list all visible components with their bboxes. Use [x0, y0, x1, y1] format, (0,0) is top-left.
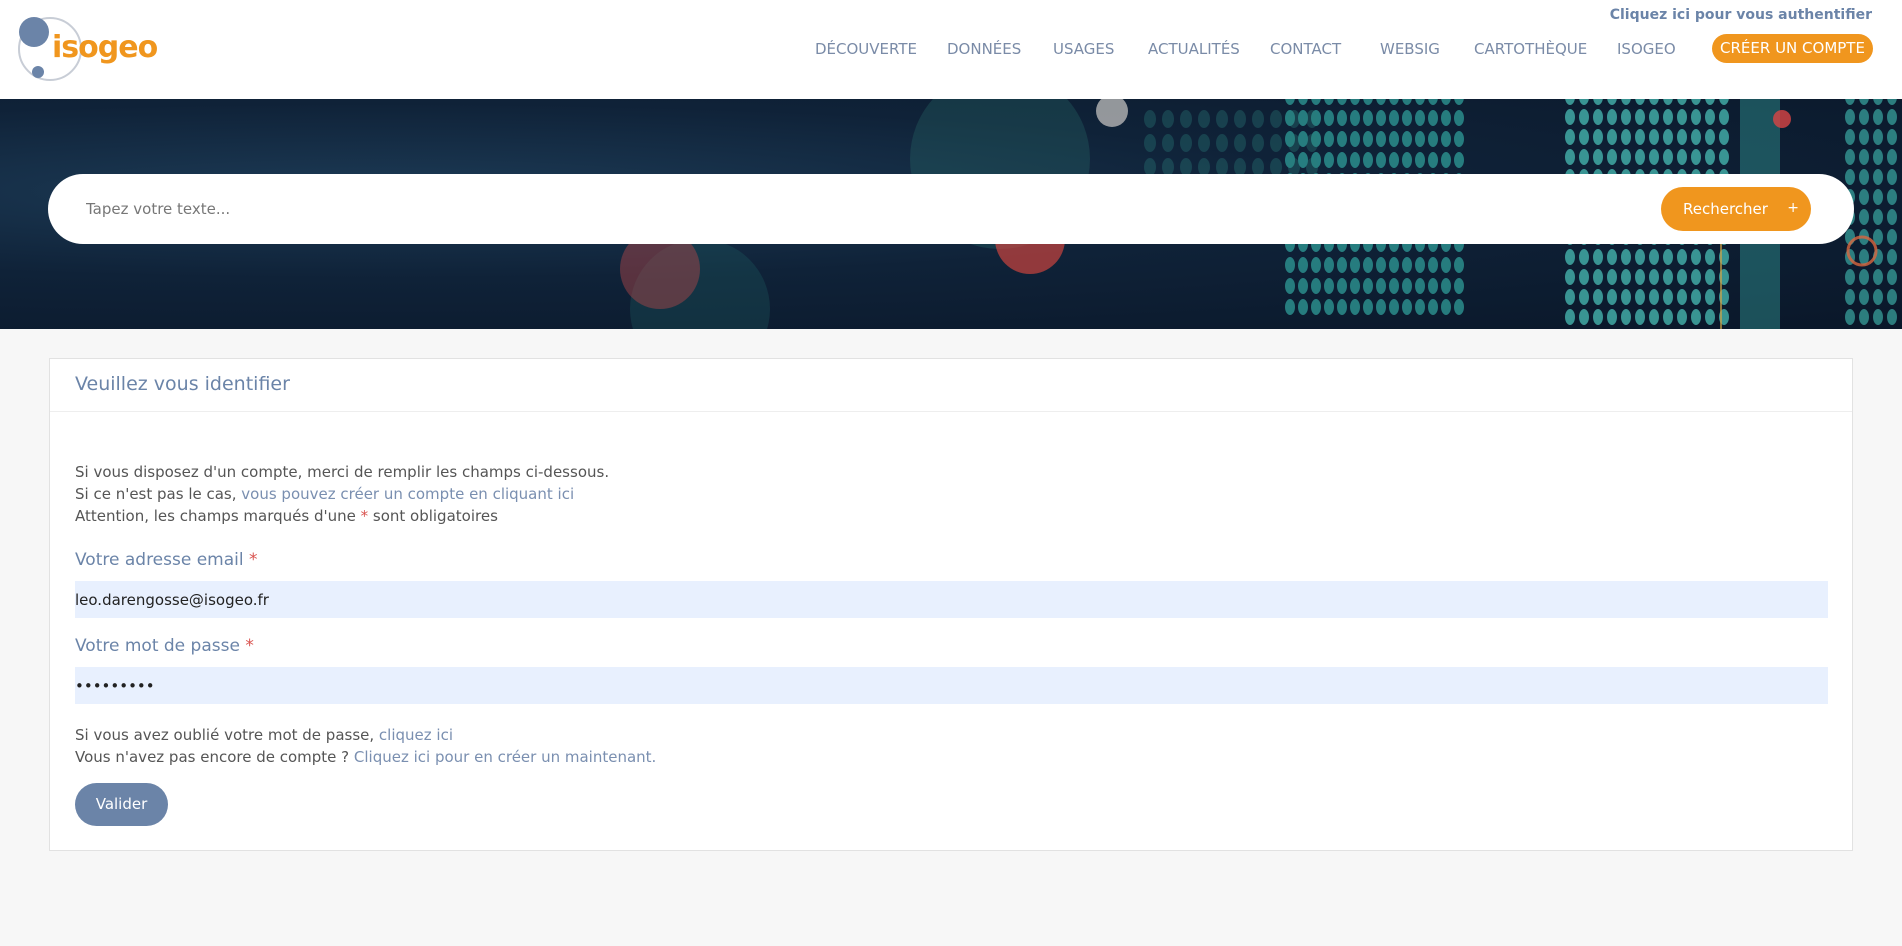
intro-line-3: Attention, les champs marqués d'une * so… [75, 505, 609, 527]
no-account-text: Vous n'avez pas encore de compte ? [75, 748, 354, 766]
submit-button[interactable]: Valider [75, 783, 168, 826]
nav-cartotheque[interactable]: CARTOTHÈQUE [1474, 40, 1587, 58]
email-label: Votre adresse email * [75, 550, 258, 570]
help-links: Si vous avez oublié votre mot de passe, … [75, 724, 656, 768]
password-label: Votre mot de passe * [75, 636, 254, 656]
password-field[interactable] [75, 667, 1828, 704]
login-card: Veuillez vous identifier Si vous dispose… [49, 358, 1853, 851]
intro-line-2-text: Si ce n'est pas le cas, [75, 485, 242, 503]
nav-donnees[interactable]: DONNÉES [947, 40, 1021, 58]
nav-isogeo[interactable]: ISOGEO [1617, 40, 1676, 58]
nav-decouverte[interactable]: DÉCOUVERTE [815, 40, 917, 58]
create-account-button[interactable]: CRÉER UN COMPTE [1712, 34, 1873, 63]
plus-icon: + [1787, 200, 1799, 216]
hero-banner: Rechercher + [0, 99, 1902, 329]
forgot-password-text: Si vous avez oublié votre mot de passe, [75, 726, 379, 744]
card-header: Veuillez vous identifier [50, 359, 1852, 412]
search-button[interactable]: Rechercher + [1661, 187, 1811, 231]
intro-line-3-text: Attention, les champs marqués d'une [75, 507, 361, 525]
nav-websig[interactable]: WEBSIG [1380, 40, 1440, 58]
logo-text: isogeo [52, 30, 158, 65]
nav-usages[interactable]: USAGES [1053, 40, 1114, 58]
required-star: * [245, 636, 254, 656]
create-account-link[interactable]: vous pouvez créer un compte en cliquant … [241, 485, 574, 503]
intro-text: Si vous disposez d'un compte, merci de r… [75, 461, 609, 527]
required-star: * [360, 507, 369, 525]
page-title: Veuillez vous identifier [75, 373, 290, 395]
nav-contact[interactable]: CONTACT [1270, 40, 1341, 58]
intro-line-1: Si vous disposez d'un compte, merci de r… [75, 463, 610, 481]
search-bar: Rechercher + [48, 174, 1854, 244]
site-header: isogeo Cliquez ici pour vous authentifie… [0, 0, 1902, 99]
auth-link[interactable]: Cliquez ici pour vous authentifier [1610, 7, 1872, 23]
forgot-password-link[interactable]: cliquez ici [379, 726, 453, 744]
search-button-label: Rechercher [1683, 200, 1768, 218]
intro-line-3-suffix: sont obligatoires [368, 507, 498, 525]
password-label-text: Votre mot de passe [75, 636, 246, 656]
no-account-line: Vous n'avez pas encore de compte ? Cliqu… [75, 746, 656, 768]
search-input[interactable] [86, 194, 1646, 224]
forgot-password-line: Si vous avez oublié votre mot de passe, … [75, 724, 656, 746]
isogeo-logo[interactable]: isogeo [18, 16, 158, 82]
register-link[interactable]: Cliquez ici pour en créer un maintenant. [354, 748, 656, 766]
email-label-text: Votre adresse email [75, 550, 250, 570]
intro-line-2: Si ce n'est pas le cas, vous pouvez crée… [75, 483, 609, 505]
email-field[interactable] [75, 581, 1828, 618]
required-star: * [249, 550, 258, 570]
nav-actualites[interactable]: ACTUALITÉS [1148, 40, 1240, 58]
